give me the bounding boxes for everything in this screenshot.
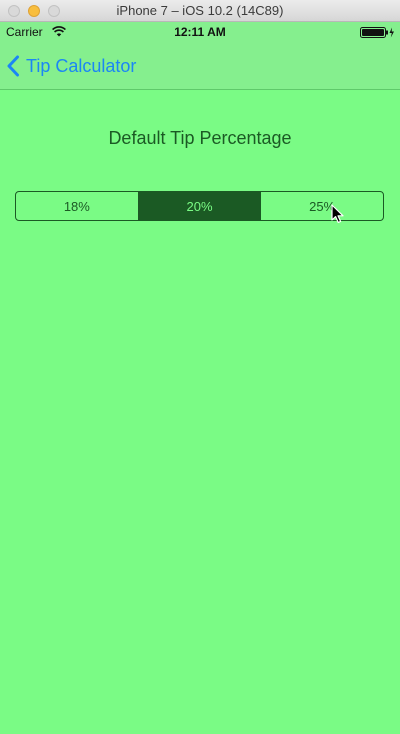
segment-20-percent[interactable]: 20% xyxy=(137,192,261,220)
mouse-cursor-icon xyxy=(331,204,344,223)
chevron-left-icon xyxy=(7,55,19,77)
status-time: 12:11 AM xyxy=(174,25,226,39)
page-heading: Default Tip Percentage xyxy=(108,128,292,148)
battery-charging-icon xyxy=(360,27,394,38)
segment-18-percent[interactable]: 18% xyxy=(16,192,138,220)
window-title: iPhone 7 – iOS 10.2 (14C89) xyxy=(116,3,284,18)
navigation-bar: Tip Calculator xyxy=(0,42,400,90)
tip-segmented-control[interactable]: 18% 20% 25% xyxy=(15,191,384,221)
back-button-label: Tip Calculator xyxy=(26,55,137,76)
simulator-title-bar: iPhone 7 – iOS 10.2 (14C89) xyxy=(0,0,400,22)
status-bar: Carrier 12:11 AM xyxy=(0,22,400,42)
segment-25-percent[interactable]: 25% xyxy=(260,192,383,220)
back-button[interactable]: Tip Calculator xyxy=(6,54,136,78)
